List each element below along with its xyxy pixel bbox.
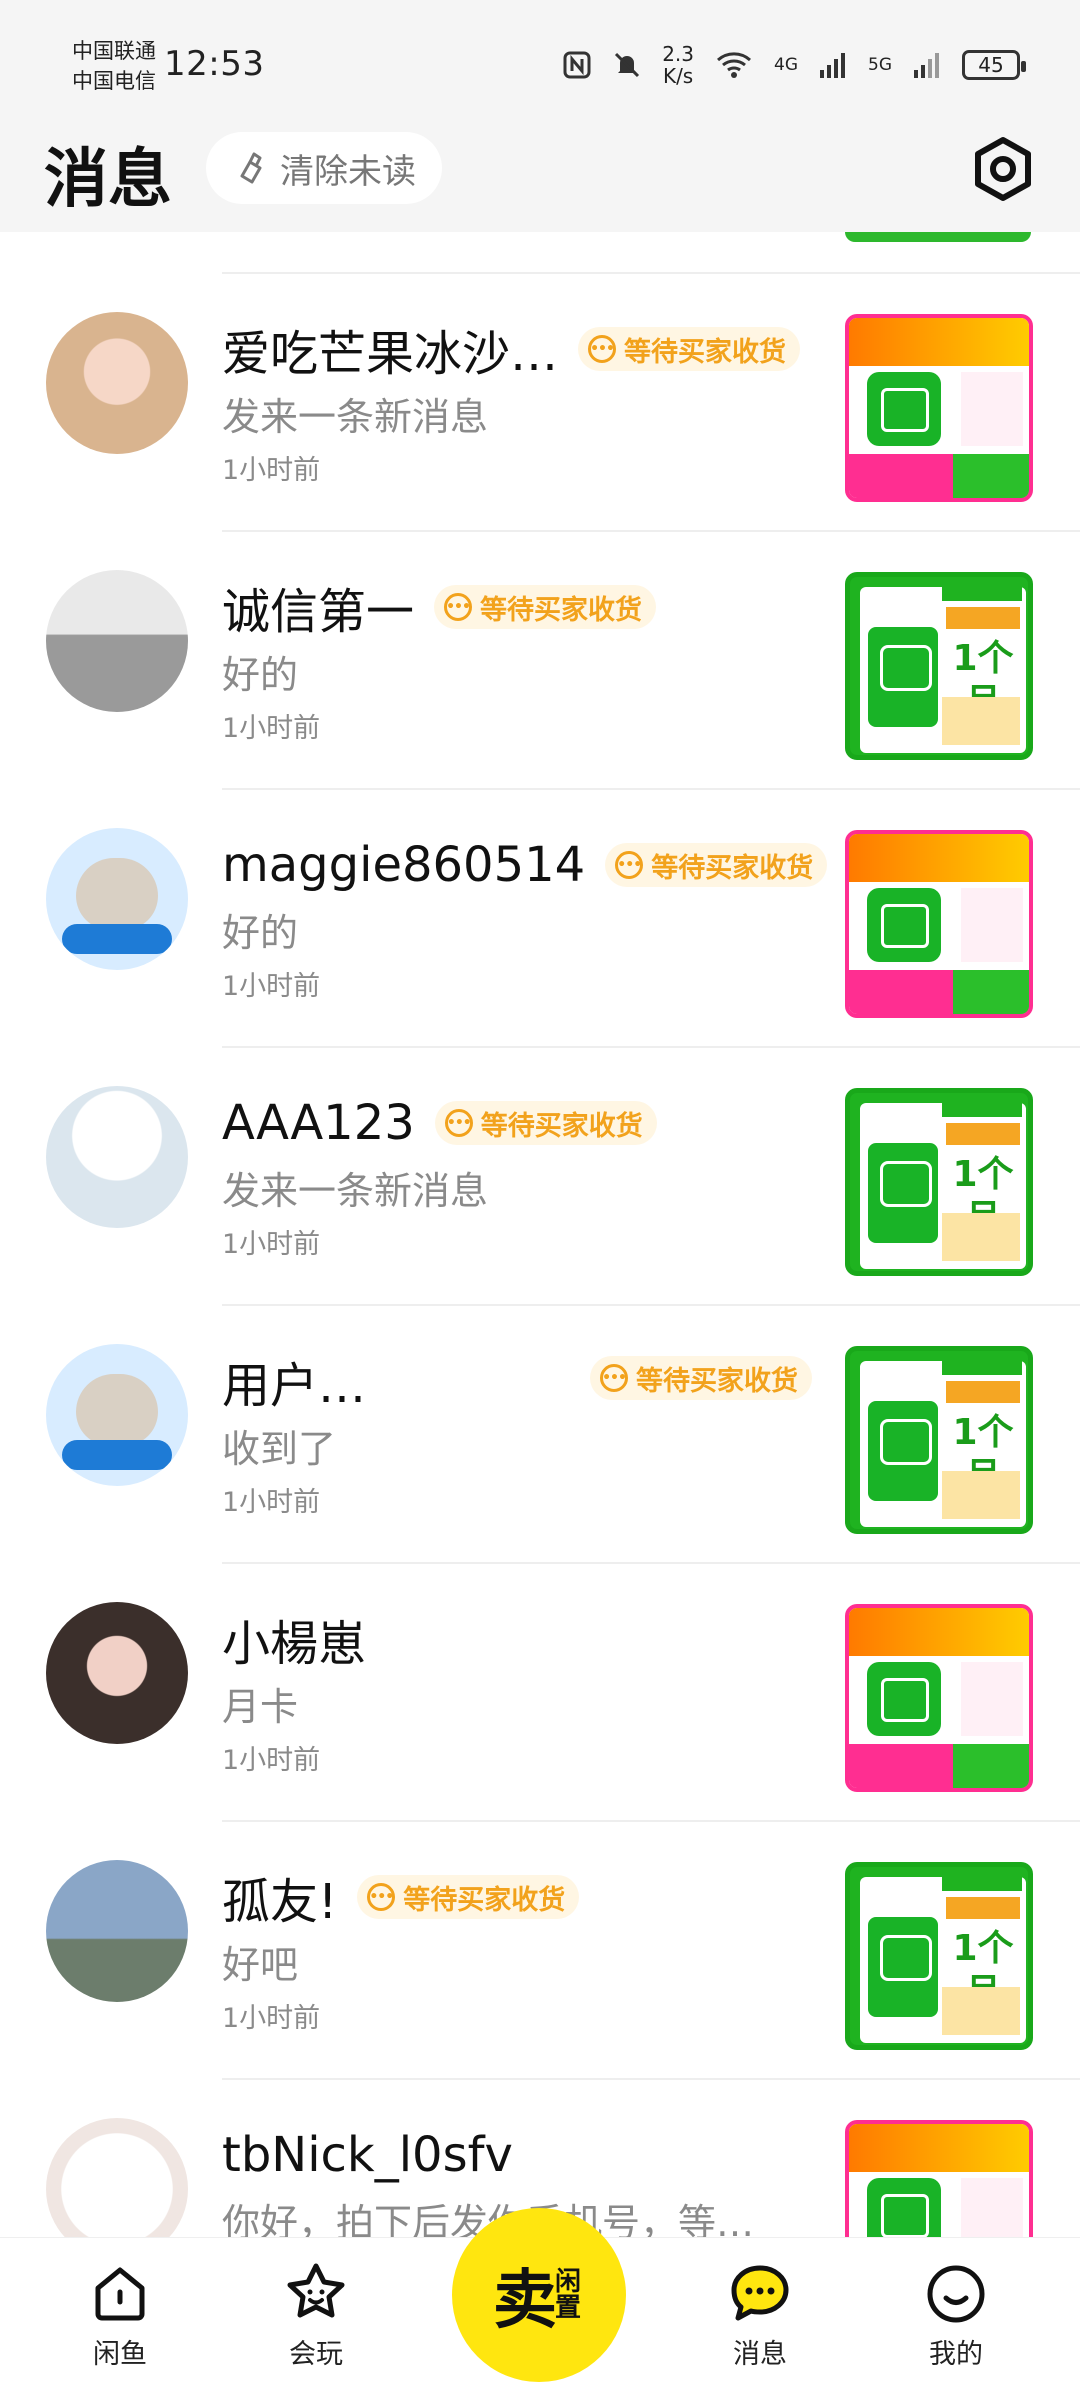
page-title: 消息 bbox=[44, 143, 172, 217]
message-time: 1小时前 bbox=[222, 1745, 321, 1776]
message-time: 1小时前 bbox=[222, 713, 321, 744]
signal-bars-2-icon bbox=[914, 53, 939, 78]
more-dots-icon: ••• bbox=[367, 1883, 396, 1911]
nav-home-label: 闲鱼 bbox=[93, 2339, 147, 2370]
status-badge: ••• 等待买家收货 bbox=[578, 327, 801, 371]
contact-name: 诚信第一 bbox=[222, 584, 415, 640]
conversation-row[interactable]: maggie860514 ••• 等待买家收货 好的 1小时前 bbox=[0, 790, 1080, 1048]
clear-unread-label: 清除未读 bbox=[280, 151, 416, 192]
avatar[interactable] bbox=[46, 1344, 188, 1486]
net-speed: 2.3 K/s bbox=[662, 42, 694, 88]
signal-label-2: 5G bbox=[868, 55, 892, 75]
avatar[interactable] bbox=[46, 2118, 188, 2237]
more-dots-icon: ••• bbox=[444, 593, 473, 621]
message-time: 1小时前 bbox=[222, 2003, 321, 2034]
messages-screen: 中国联通 中国电信 12:53 2.3 K/s 4G 5G 45 消息 清除未读 bbox=[0, 0, 1080, 2387]
mute-bell-icon bbox=[615, 52, 640, 78]
avatar[interactable] bbox=[46, 1086, 188, 1228]
product-thumbnail[interactable] bbox=[845, 830, 1033, 1018]
clear-unread-button[interactable]: 清除未读 bbox=[206, 132, 442, 204]
nfc-icon bbox=[563, 51, 591, 79]
message-preview: 好吧 bbox=[222, 1943, 299, 1987]
conversation-row[interactable]: AAA123 •••等待买家收货 发来一条新消息 1小时前 1个月 bbox=[0, 1048, 1080, 1306]
status-badge: ••• 等待买家收货 bbox=[590, 1356, 812, 1400]
contact-name: 小楊崽 bbox=[222, 1616, 367, 1672]
message-preview: 好的 bbox=[222, 911, 299, 955]
contact-name: 孤友! bbox=[222, 1874, 338, 1930]
message-list[interactable]: 爱吃芒果冰沙… ••• 等待买家收货 发来一条新消息 1小时前 诚信第一 ••• 等… bbox=[0, 232, 1080, 2237]
chat-bubble-icon bbox=[731, 2265, 789, 2321]
message-preview: 发来一条新消息 bbox=[222, 395, 489, 439]
more-dots-icon: ••• bbox=[444, 1109, 473, 1137]
message-time: 1小时前 bbox=[222, 455, 321, 486]
avatar[interactable] bbox=[46, 828, 188, 970]
more-dots-icon: ••• bbox=[588, 335, 617, 363]
message-preview: 月卡 bbox=[222, 1685, 299, 1729]
message-preview: 发来一条新消息 bbox=[222, 1169, 489, 1213]
sell-main-label: 卖 bbox=[493, 2263, 557, 2338]
nav-home[interactable]: 闲鱼 bbox=[60, 2258, 180, 2371]
wifi-icon bbox=[717, 52, 751, 78]
more-dots-icon: ••• bbox=[615, 851, 644, 879]
nav-messages-label: 消息 bbox=[733, 2339, 787, 2370]
contact-name: tbNick_l0sfv bbox=[222, 2127, 513, 2183]
avatar[interactable] bbox=[46, 1602, 188, 1744]
conversation-row[interactable]: 诚信第一 •••等待买家收货 好的 1小时前 1个月 bbox=[0, 532, 1080, 790]
conversation-row[interactable]: 孤友! •••等待买家收货 好吧 1小时前 1个月 bbox=[0, 1822, 1080, 2080]
battery-icon: 45 bbox=[962, 50, 1026, 80]
clock: 12:53 bbox=[164, 44, 265, 84]
status-badge: ••• 等待买家收货 bbox=[605, 843, 828, 887]
product-thumbnail[interactable]: 1个月 bbox=[845, 572, 1033, 760]
status-badge: ••• 等待买家收货 bbox=[434, 585, 657, 629]
product-thumbnail[interactable] bbox=[845, 314, 1033, 502]
message-time: 1小时前 bbox=[222, 1229, 321, 1260]
avatar[interactable] bbox=[46, 1860, 188, 2002]
more-dots-icon: ••• bbox=[600, 1364, 628, 1392]
message-time: 1小时前 bbox=[222, 1487, 321, 1518]
status-badge: ••• 等待买家收货 bbox=[434, 1101, 657, 1145]
conversation-row[interactable]: 爱吃芒果冰沙… ••• 等待买家收货 发来一条新消息 1小时前 bbox=[0, 274, 1080, 532]
sell-button[interactable]: 卖 闲置 bbox=[452, 2208, 626, 2382]
product-thumbnail[interactable]: 1个月 bbox=[845, 1346, 1033, 1534]
broom-icon bbox=[240, 152, 262, 184]
bottom-nav: 闲鱼 会玩 卖 闲置 消息 我的 bbox=[0, 2208, 1080, 2387]
status-bar: 中国联通 中国电信 12:53 2.3 K/s 4G 5G 45 bbox=[0, 0, 1080, 120]
smile-face-icon bbox=[927, 2265, 985, 2323]
product-thumbnail[interactable] bbox=[845, 2120, 1033, 2237]
nav-play-label: 会玩 bbox=[289, 2339, 343, 2370]
conversation-row[interactable]: 用户… •••等待买家收货 收到了 1小时前 1个月 bbox=[0, 1306, 1080, 1564]
nav-messages[interactable]: 消息 bbox=[700, 2258, 820, 2371]
settings-gear-icon[interactable] bbox=[970, 136, 1036, 202]
message-preview: 收到了 bbox=[222, 1427, 337, 1471]
carrier-labels: 中国联通 中国电信 bbox=[72, 36, 156, 96]
message-preview: 好的 bbox=[222, 653, 299, 697]
product-thumbnail[interactable] bbox=[845, 1604, 1033, 1792]
contact-name: maggie860514 bbox=[222, 837, 586, 893]
avatar[interactable] bbox=[46, 570, 188, 712]
home-icon bbox=[95, 2267, 145, 2321]
avatar[interactable] bbox=[46, 312, 188, 454]
nav-mine[interactable]: 我的 bbox=[896, 2258, 1016, 2371]
sell-sub-label: 闲置 bbox=[555, 2267, 582, 2323]
carrier-2: 中国电信 bbox=[72, 69, 156, 93]
signal-label-1: 4G bbox=[774, 55, 798, 75]
contact-name: AAA123 bbox=[222, 1095, 415, 1151]
product-thumbnail-partial bbox=[845, 232, 1031, 242]
conversation-row[interactable]: 小楊崽 月卡 1小时前 bbox=[0, 1564, 1080, 1822]
carrier-1: 中国联通 bbox=[72, 39, 156, 63]
product-thumbnail[interactable]: 1个月 bbox=[845, 1862, 1033, 2050]
nav-mine-label: 我的 bbox=[929, 2339, 983, 2370]
contact-name: 用户… bbox=[222, 1358, 367, 1414]
header-bar: 消息 清除未读 bbox=[0, 120, 1080, 232]
nav-play[interactable]: 会玩 bbox=[256, 2258, 376, 2371]
product-thumbnail[interactable]: 1个月 bbox=[845, 1088, 1033, 1276]
status-badge: ••• 等待买家收货 bbox=[357, 1875, 580, 1919]
signal-bars-1-icon bbox=[820, 53, 845, 78]
star-face-icon bbox=[287, 2263, 345, 2318]
contact-name: 爱吃芒果冰沙… bbox=[222, 326, 559, 382]
status-icons: 2.3 K/s 4G 5G 45 bbox=[562, 40, 1026, 90]
message-time: 1小时前 bbox=[222, 971, 321, 1002]
